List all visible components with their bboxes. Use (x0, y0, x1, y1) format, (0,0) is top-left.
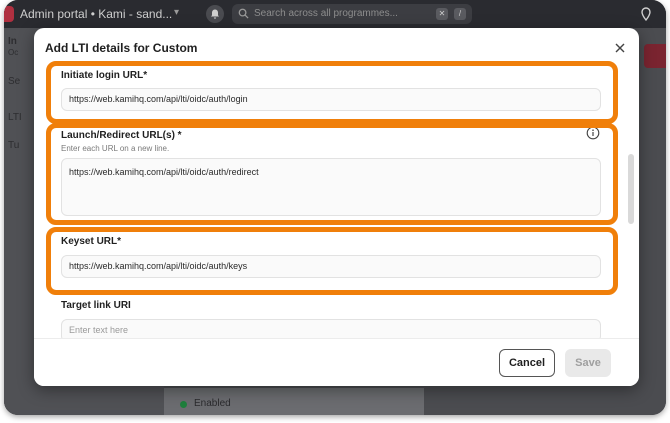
launch-redirect-label: Launch/Redirect URL(s) * (61, 130, 182, 141)
app-logo (4, 6, 14, 22)
close-icon[interactable] (612, 40, 628, 56)
target-link-input[interactable]: Enter text here (61, 319, 601, 338)
add-lti-dialog: Add LTI details for Custom Initiate logi… (34, 28, 639, 386)
dialog-title: Add LTI details for Custom (45, 41, 198, 55)
background-sidebar-item: Se (8, 76, 21, 87)
notification-icon[interactable] (206, 5, 224, 23)
cancel-button[interactable]: Cancel (499, 349, 555, 377)
keyset-input[interactable]: https://web.kamihq.com/api/lti/oidc/auth… (61, 255, 601, 278)
save-button[interactable]: Save (565, 349, 611, 377)
app-title[interactable]: Admin portal • Kami - sand... (20, 7, 172, 21)
chevron-down-icon[interactable]: ▾ (174, 7, 179, 18)
launch-redirect-help: Enter each URL on a new line. (61, 144, 170, 153)
info-icon[interactable] (586, 126, 600, 140)
top-bar: Admin portal • Kami - sand... ▾ Search a… (4, 0, 666, 28)
shortcut-key-badge: / (454, 8, 466, 20)
initiate-login-label: Initiate login URL* (61, 70, 148, 81)
background-sidebar-item: Tu (8, 140, 20, 151)
status-dot (180, 401, 187, 408)
global-search[interactable]: Search across all programmes... ✕ / (232, 4, 472, 24)
target-link-label: Target link URI (61, 300, 131, 311)
initiate-login-input[interactable]: https://web.kamihq.com/api/lti/oidc/auth… (61, 88, 601, 111)
dialog-footer: Cancel Save (34, 338, 639, 386)
keyset-label: Keyset URL* (61, 236, 122, 247)
location-icon[interactable] (640, 7, 652, 21)
background-action-button (644, 44, 666, 68)
dialog-scrollbar[interactable] (628, 154, 634, 224)
status-text: Enabled (194, 398, 231, 409)
background-sidebar-item: In (8, 36, 17, 47)
clear-search-icon[interactable]: ✕ (436, 8, 448, 20)
background-sidebar-item: LTI (8, 112, 22, 123)
dialog-body: Initiate login URL* https://web.kamihq.c… (34, 64, 639, 338)
search-icon (238, 8, 249, 19)
launch-redirect-textarea[interactable]: https://web.kamihq.com/api/lti/oidc/auth… (61, 158, 601, 216)
background-sidebar-item: Oc (8, 48, 19, 57)
search-placeholder: Search across all programmes... (254, 8, 398, 19)
